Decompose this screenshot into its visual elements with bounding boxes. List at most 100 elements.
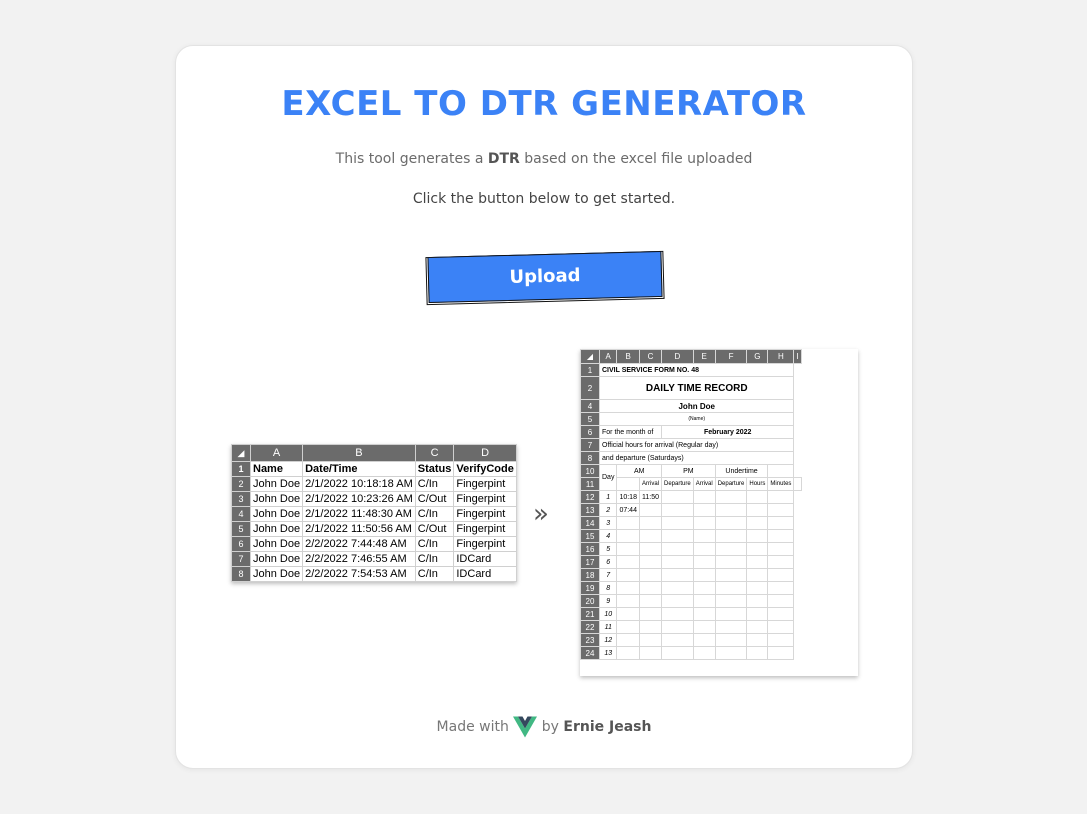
row-number: 16 [580, 542, 600, 556]
table-cell: 2/1/2022 11:50:56 AM [302, 521, 416, 537]
am-arrival [616, 633, 640, 647]
table-cell: 2/1/2022 10:23:26 AM [302, 491, 416, 507]
name-caption: (Name) [598, 412, 795, 426]
dtr-table: ◢ A B C D E F G H I 1 CIVIL SERVICE FORM NO. 48 2D… [580, 349, 802, 660]
row-number: 5 [231, 521, 251, 537]
blank-cell [767, 555, 795, 569]
blank-cell [692, 646, 716, 660]
column-header: C [414, 444, 455, 462]
dtr-output-preview: ◢ A B C D E F G H I 1 CIVIL SERVICE FORM NO. 48 2D… [580, 349, 858, 676]
blank-cell [746, 594, 769, 608]
column-header: H [767, 349, 795, 364]
day-number: 4 [598, 529, 618, 543]
table-row: 3 John Doe 2/1/2022 10:23:26 AM C/Out Finger… [231, 491, 517, 507]
blank-cell [714, 607, 748, 621]
row-number: 24 [580, 646, 600, 660]
day-number: 3 [598, 516, 618, 530]
blank-cell [661, 620, 694, 634]
table-cell: Fingerpint [453, 506, 517, 522]
table-cell: 2/1/2022 11:48:30 AM [302, 506, 416, 522]
table-row: 6 John Doe 2/2/2022 7:44:48 AM C/In Fingerpi… [231, 536, 517, 552]
description-prefix: This tool generates a [335, 151, 488, 167]
row-number: 2 [231, 476, 251, 492]
sub-header: Hours [746, 477, 769, 491]
dtr-day-row: 15 4 [580, 529, 802, 543]
table-cell: John Doe [249, 551, 304, 567]
table-row: 8 John Doe 2/2/2022 7:54:53 AM C/In IDCard [231, 566, 517, 582]
table-cell: C/In [414, 476, 455, 492]
row-number: 18 [580, 568, 600, 582]
blank-cell [661, 503, 694, 517]
table-cell: 2/2/2022 7:54:53 AM [302, 566, 416, 582]
am-departure [638, 503, 663, 517]
blank-cell [767, 464, 795, 478]
blank-cell [661, 568, 694, 582]
get-started-text: Click the button below to get started. [412, 191, 676, 207]
row-number: 15 [580, 529, 600, 543]
row-number: 7 [231, 551, 251, 567]
dtr-day-row: 14 3 [580, 516, 802, 530]
day-number: 10 [598, 607, 618, 621]
am-departure [638, 516, 663, 530]
blank-cell [767, 581, 795, 595]
blank-cell [767, 594, 795, 608]
row-number: 10 [580, 464, 600, 478]
blank-cell [793, 477, 802, 491]
row-number: 12 [580, 490, 600, 504]
am-departure [638, 646, 663, 660]
am-arrival [616, 555, 640, 569]
blank-cell [661, 529, 694, 543]
blank-cell [692, 503, 716, 517]
table-cell: Fingerpint [453, 536, 517, 552]
table-cell: Fingerpint [453, 476, 517, 492]
day-number: 2 [598, 503, 618, 517]
upload-button[interactable]: Upload [427, 250, 663, 304]
blank-cell [661, 555, 694, 569]
blank-cell [661, 516, 694, 530]
blank-cell [746, 542, 769, 556]
main-card: EXCEL TO DTR GENERATOR This tool generat… [175, 45, 913, 769]
made-with-text: Made with [436, 719, 509, 735]
row-number: 20 [580, 594, 600, 608]
month-value: February 2022 [660, 425, 795, 439]
blank-cell [692, 490, 716, 504]
blank-cell [767, 646, 795, 660]
table-cell: Fingerpint [453, 491, 517, 507]
table-cell: Status [414, 461, 455, 477]
blank-cell [746, 607, 769, 621]
blank-cell [692, 607, 716, 621]
table-cell: Date/Time [302, 461, 416, 477]
table-cell: John Doe [249, 491, 304, 507]
column-header: B [616, 349, 640, 364]
description-suffix: based on the excel file uploaded [519, 151, 753, 167]
table-cell: IDCard [453, 566, 517, 582]
blank-cell [692, 594, 716, 608]
sub-header: Arrival [692, 477, 716, 491]
blank-cell [767, 503, 795, 517]
dtr-day-row: 12 1 10:18 11:50 [580, 490, 802, 504]
column-header: C [638, 349, 663, 364]
row-number: 14 [580, 516, 600, 530]
day-number: 5 [598, 542, 618, 556]
day-number: 8 [598, 581, 618, 595]
blank-cell [714, 568, 748, 582]
am-arrival [616, 529, 640, 543]
input-excel-preview: ◢ A B C D 1 Name Date/Time Status VerifyCode 2 Joh… [231, 444, 517, 582]
row-number: 6 [231, 536, 251, 552]
table-cell: C/In [414, 506, 455, 522]
author-name[interactable]: Ernie Jeash [563, 719, 651, 735]
footer: Made with by Ernie Jeash [176, 716, 912, 738]
table-cell: John Doe [249, 506, 304, 522]
row-number: 8 [580, 451, 600, 465]
dtr-day-row: 24 13 [580, 646, 802, 660]
hours-saturday: and departure (Saturdays) [598, 451, 795, 465]
blank-cell [767, 568, 795, 582]
table-cell: John Doe [249, 536, 304, 552]
table-cell: 2/1/2022 10:18:18 AM [302, 476, 416, 492]
by-text: by [541, 719, 559, 735]
corner-cell: ◢ [231, 444, 251, 462]
blank-cell [692, 529, 716, 543]
row-number: 4 [580, 399, 600, 413]
table-cell: C/In [414, 551, 455, 567]
table-cell: VerifyCode [453, 461, 517, 477]
